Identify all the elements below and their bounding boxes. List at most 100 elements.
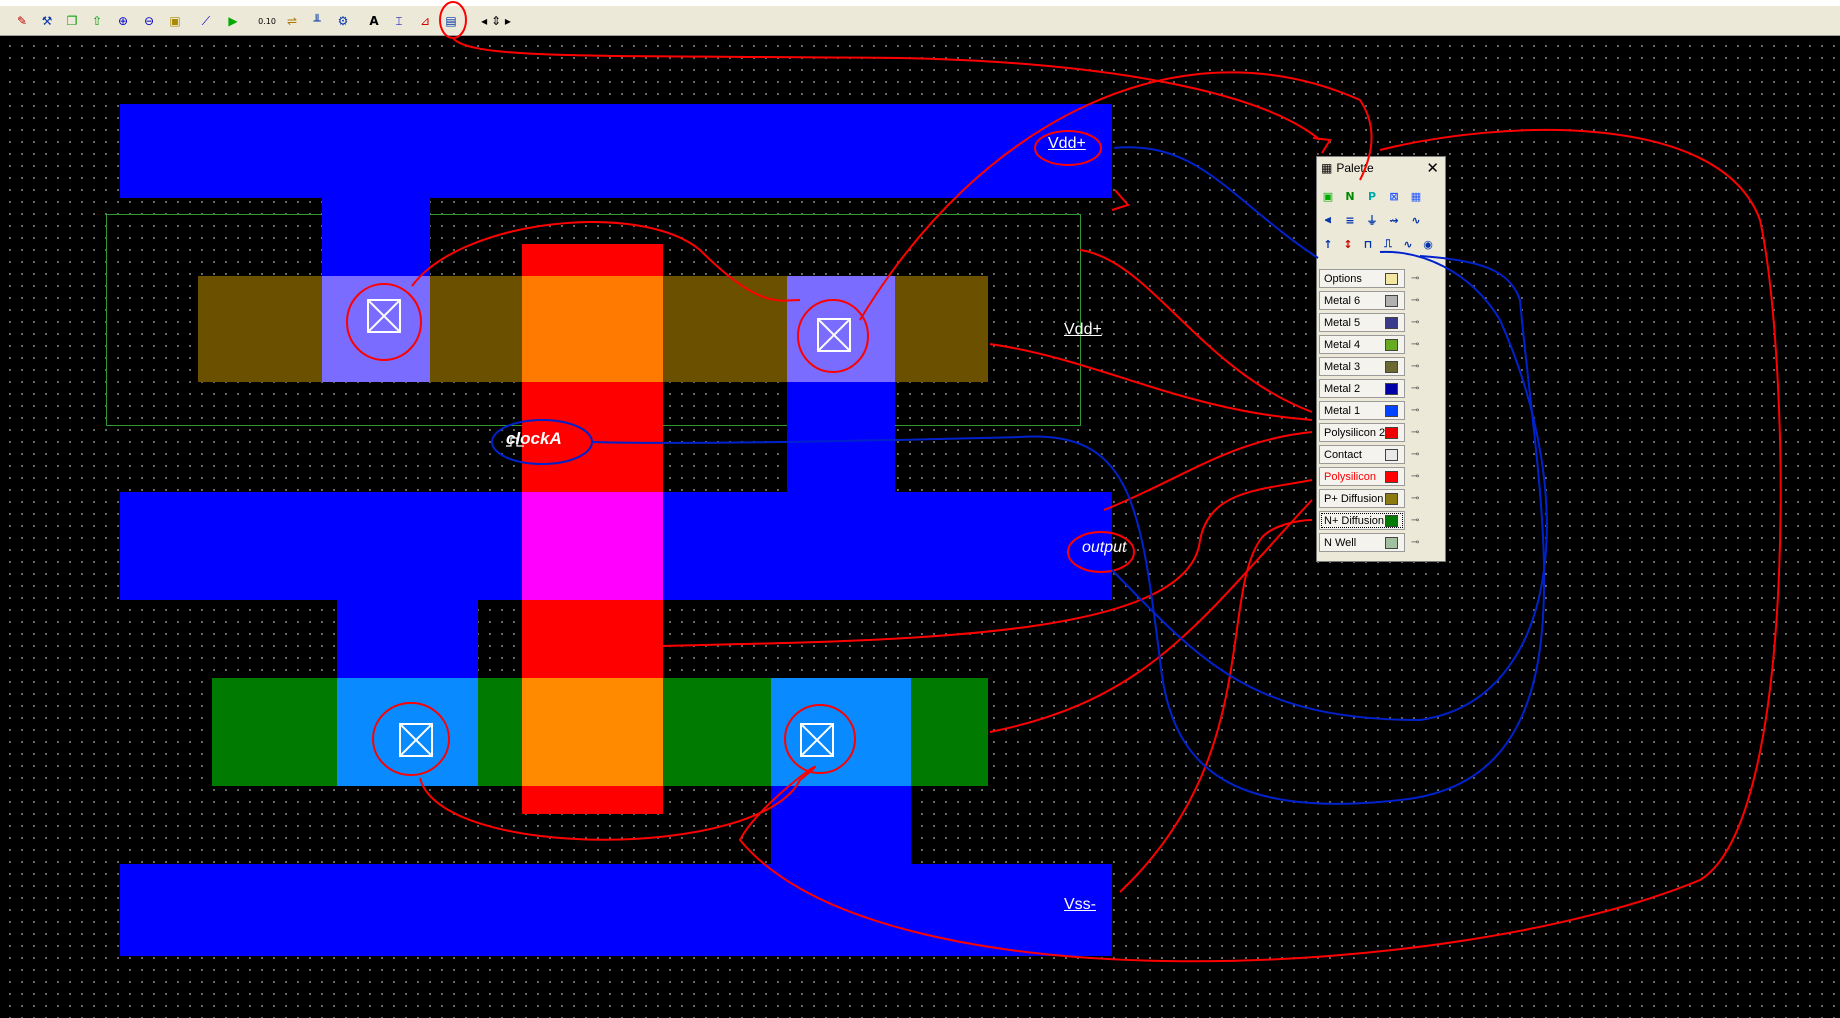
layer-metal6[interactable]: Metal 6 ⊸ (1319, 291, 1443, 310)
hammer-icon[interactable]: ⚒ (36, 10, 58, 32)
pin-icon[interactable]: ⊸ (1411, 361, 1419, 372)
palette-icon[interactable]: ▤ (440, 10, 462, 32)
layer-label: Polysilicon (1324, 470, 1376, 483)
zoom-out-icon[interactable]: ⊖ (138, 10, 160, 32)
contact-nmos-drain[interactable] (399, 723, 433, 757)
layer-swatch (1385, 493, 1398, 505)
layer-metal1[interactable]: Metal 1 ⊸ (1319, 401, 1443, 420)
layer-label: Metal 3 (1324, 360, 1361, 373)
layer-label: Metal 1 (1324, 404, 1361, 417)
zoom-fit-icon[interactable]: ▣ (164, 10, 186, 32)
scale-icon[interactable]: 0.10 (256, 10, 278, 32)
layer-label: Options (1324, 272, 1362, 285)
sine-icon[interactable]: ∿ (1399, 235, 1417, 253)
nmos-gate-overlap[interactable] (522, 678, 663, 786)
layer-swatch (1385, 273, 1398, 285)
flip-icon[interactable]: ⇧ (86, 10, 108, 32)
app-window: ✎ ⚒ ❐ ⇧ ⊕ ⊖ ▣ ⟋ ▶ 0.10 ⇌ ╨ ⚙ A ⌶ ⊿ ▤ ◂ ⇕… (0, 0, 1840, 1018)
nmos-source-strap[interactable] (771, 786, 911, 866)
label-vss[interactable]: Vss- (1064, 896, 1096, 914)
close-icon[interactable]: ✕ (1426, 159, 1439, 177)
layer-swatch (1385, 471, 1398, 483)
vss-icon[interactable]: ↕ (1339, 235, 1357, 253)
contact-pmos-source[interactable] (367, 299, 401, 333)
pin-icon[interactable]: ⊸ (1411, 339, 1419, 350)
layer-metal4[interactable]: Metal 4 ⊸ (1319, 335, 1443, 354)
layer-options[interactable]: Options ⊸ (1319, 269, 1443, 288)
palette-titlebar[interactable]: ▦ Palette ✕ (1317, 157, 1445, 179)
label-output[interactable]: output (1082, 539, 1126, 557)
mos-icon[interactable]: ╨ (306, 10, 328, 32)
pin-icon[interactable]: ⊸ (1411, 405, 1419, 416)
cell-icon[interactable]: ⚙ (332, 10, 354, 32)
gate-metal-overlap[interactable] (522, 492, 663, 600)
pin-icon[interactable]: ⊸ (1411, 273, 1419, 284)
layer-label: N Well (1324, 536, 1357, 549)
toolbar: ✎ ⚒ ❐ ⇧ ⊕ ⊖ ▣ ⟋ ▶ 0.10 ⇌ ╨ ⚙ A ⌶ ⊿ ▤ ◂ ⇕… (0, 6, 1840, 36)
resistor-icon[interactable]: ⫷ (1319, 211, 1337, 229)
layer-p-diffusion[interactable]: P+ Diffusion ⊸ (1319, 489, 1443, 508)
nmos-n-icon[interactable]: N (1341, 187, 1359, 205)
clock-icon[interactable]: ⊓ (1359, 235, 1377, 253)
analog-sim-icon[interactable]: ⊿ (414, 10, 436, 32)
pin-icon[interactable]: ⊸ (1411, 317, 1419, 328)
pin-icon[interactable]: ⊸ (1411, 383, 1419, 394)
copy-icon[interactable]: ❐ (61, 10, 83, 32)
vss-rail-metal1[interactable] (120, 864, 1112, 956)
layer-metal3[interactable]: Metal 3 ⊸ (1319, 357, 1443, 376)
layer-swatch (1385, 537, 1398, 549)
run-icon[interactable]: ▶ (222, 10, 244, 32)
ground-icon[interactable]: ⏚ (1363, 211, 1381, 229)
pulse-icon[interactable]: ⎍ (1379, 235, 1397, 253)
contact-nmos-source[interactable] (800, 723, 834, 757)
pin-icon[interactable]: ⊸ (1411, 471, 1419, 482)
nmos-icon[interactable]: ▣ (1319, 187, 1337, 205)
contact-icon[interactable]: ⊠ (1385, 187, 1403, 205)
via-icon[interactable]: ▦ (1407, 187, 1425, 205)
layer-swatch (1385, 405, 1398, 417)
pin-icon[interactable]: ⊸ (1411, 493, 1419, 504)
label-vdd-well[interactable]: Vdd+ (1064, 321, 1102, 339)
layer-label: Metal 5 (1324, 316, 1361, 329)
palette-logo-icon: ▦ (1321, 161, 1333, 175)
palette-tools-row-2: ⫷ ≡ ⏚ ⇝ ∿ (1319, 211, 1425, 229)
route-icon[interactable]: ⇌ (281, 10, 303, 32)
layer-polysilicon2[interactable]: Polysilicon 2 ⊸ (1319, 423, 1443, 442)
layer-swatch (1385, 383, 1398, 395)
measure-icon[interactable]: ⟋ (195, 10, 217, 32)
layer-metal2[interactable]: Metal 2 ⊸ (1319, 379, 1443, 398)
diode-icon[interactable]: ⇝ (1385, 211, 1403, 229)
palette-window: ▦ Palette ✕ ▣ N P ⊠ ▦ ⫷ ≡ ⏚ ⇝ ∿ ↑ ↕ ⊓ ⎍ … (1316, 156, 1446, 562)
inductor-icon[interactable]: ∿ (1407, 211, 1425, 229)
cross-section-icon[interactable]: ⌶ (388, 10, 410, 32)
label-vdd-top[interactable]: Vdd+ (1048, 135, 1086, 153)
pin-icon[interactable]: ⊸ (1411, 427, 1419, 438)
pin-icon[interactable]: ⊸ (1411, 449, 1419, 460)
capacitor-icon[interactable]: ≡ (1341, 211, 1359, 229)
layer-swatch (1385, 295, 1398, 307)
nmos-contact-region-right[interactable] (771, 678, 911, 786)
palette-tools-row-3: ↑ ↕ ⊓ ⎍ ∿ ◉ (1319, 235, 1437, 253)
pin-icon[interactable]: ⊸ (1411, 515, 1419, 526)
layer-polysilicon[interactable]: Polysilicon ⊸ (1319, 467, 1443, 486)
text-icon[interactable]: A (363, 10, 385, 32)
vdd-rail-metal1[interactable] (120, 104, 1112, 198)
edit-icon[interactable]: ✎ (11, 10, 33, 32)
palette-tools-row-1: ▣ N P ⊠ ▦ (1319, 187, 1425, 205)
layer-n-diffusion[interactable]: N+ Diffusion ⊸ (1319, 511, 1443, 530)
zoom-in-icon[interactable]: ⊕ (112, 10, 134, 32)
layer-n-well[interactable]: N Well ⊸ (1319, 533, 1443, 552)
contact-pmos-drain[interactable] (817, 318, 851, 352)
pin-icon[interactable]: ⊸ (1411, 295, 1419, 306)
layout-canvas[interactable]: Vdd+ Vdd+ clockA output Vss- (0, 36, 1840, 1018)
layer-swatch (1385, 361, 1398, 373)
pmos-drain-strap[interactable] (787, 368, 895, 492)
vdd-icon[interactable]: ↑ (1319, 235, 1337, 253)
layer-contact[interactable]: Contact ⊸ (1319, 445, 1443, 464)
pmos-icon[interactable]: P (1363, 187, 1381, 205)
layer-metal5[interactable]: Metal 5 ⊸ (1319, 313, 1443, 332)
eye-icon[interactable]: ◉ (1419, 235, 1437, 253)
pmos-gate-overlap[interactable] (522, 276, 663, 382)
nav-arrows-icon[interactable]: ◂ ⇕ ▸ (474, 10, 518, 32)
pin-icon[interactable]: ⊸ (1411, 537, 1419, 548)
